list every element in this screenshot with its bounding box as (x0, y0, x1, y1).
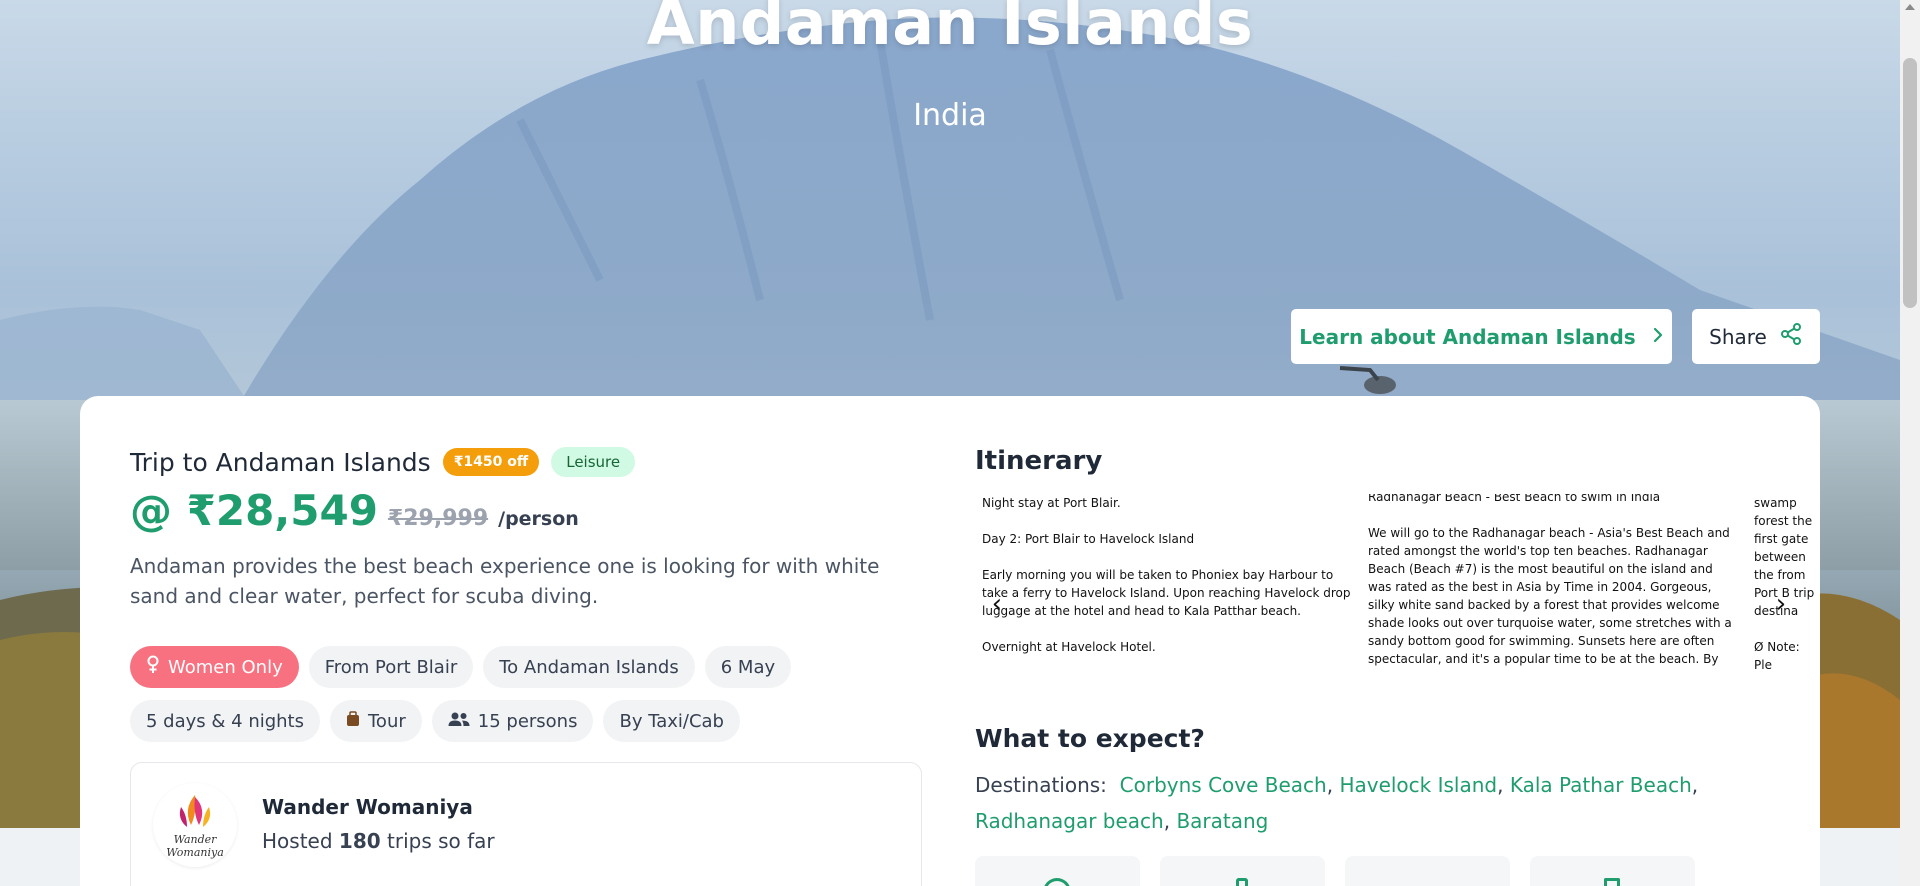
original-price: ₹29,999 (387, 506, 489, 531)
host-logo-text-2: Womaniya (166, 846, 224, 859)
feature-card (1160, 856, 1325, 886)
feature-card (1345, 856, 1510, 886)
what-to-expect-heading: What to expect? (975, 724, 1205, 753)
tag-type-label: Tour (368, 710, 406, 732)
destinations-list: Destinations: Corbyns Cove Beach, Havelo… (975, 773, 1699, 833)
itinerary-card-3: swamp forest the first gate between the … (1754, 494, 1820, 674)
share-label: Share (1709, 324, 1767, 349)
itinerary-card-1: Night stay at Port Blair. Day 2: Port Bl… (982, 494, 1352, 674)
tag-duration: 5 days & 4 nights (130, 700, 320, 742)
tag-persons-label: 15 persons (477, 710, 578, 732)
carousel-next-chevron-right-icon[interactable]: › (1766, 589, 1796, 619)
host-logo: Wander Womaniya (153, 783, 237, 867)
destination-country: India (913, 98, 987, 133)
feature-card (1530, 856, 1695, 886)
tag-persons: 15 persons (431, 700, 594, 742)
itinerary-section: Itinerary Night stay at Port Blair. Day … (975, 446, 1820, 886)
discount-badge: ₹1450 off (442, 448, 540, 476)
scroll-thumb[interactable] (1903, 58, 1917, 308)
itinerary-carousel[interactable]: Night stay at Port Blair. Day 2: Port Bl… (975, 494, 1820, 674)
host-count-prefix: Hosted (262, 829, 333, 853)
itinerary-card-1-p1: Night stay at Port Blair. (982, 496, 1121, 510)
share-icon (1779, 322, 1803, 351)
itinerary-card-2: Radhanagar Beach - Best Beach to swim in… (1368, 494, 1738, 668)
tag-type: Tour (330, 700, 422, 742)
category-badge: Leisure (551, 447, 636, 477)
destination-link[interactable]: Radhanagar beach (975, 809, 1164, 833)
destinations-label: Destinations: (975, 773, 1107, 797)
host-name[interactable]: Wander Womaniya (262, 795, 473, 819)
tag-transport: By Taxi/Cab (603, 700, 740, 742)
itinerary-card-2-p1: Radhanagar Beach - Best Beach to swim in… (1368, 494, 1661, 504)
chevron-right-icon (1652, 325, 1664, 349)
wifi-icon (1043, 878, 1071, 886)
host-logo-text-1: Wander (174, 833, 218, 846)
trip-tags: Women Only From Port Blair To Andaman Is… (130, 646, 930, 742)
female-icon (146, 655, 160, 680)
scroll-up-arrow-icon[interactable] (1905, 4, 1915, 10)
people-icon (448, 711, 470, 732)
trip-title: Trip to Andaman Islands (130, 447, 431, 477)
itinerary-card-1-p2: Day 2: Port Blair to Havelock Island (982, 532, 1195, 546)
host-count-suffix: trips so far (387, 829, 495, 853)
destination-title: Andaman Islands (646, 0, 1254, 59)
share-button[interactable]: Share (1692, 309, 1820, 364)
learn-about-label: Learn about Andaman Islands (1299, 324, 1636, 349)
destination-link[interactable]: Havelock Island (1339, 773, 1497, 797)
itinerary-heading: Itinerary (975, 446, 1103, 476)
itinerary-card-2-p2: We will go to the Radhanagar beach - Asi… (1368, 526, 1732, 666)
learn-about-button[interactable]: Learn about Andaman Islands (1291, 309, 1672, 364)
itinerary-card-1-p4: Overnight at Havelock Hotel. (982, 640, 1156, 654)
luggage-icon (346, 710, 360, 732)
feature-cards (975, 856, 1695, 886)
trip-summary: Trip to Andaman Islands ₹1450 off Leisur… (130, 446, 920, 611)
carousel-prev-chevron-left-icon[interactable]: ‹ (982, 589, 1012, 619)
tag-to: To Andaman Islands (483, 646, 695, 688)
feature-card (975, 856, 1140, 886)
host-card[interactable]: Wander Womaniya Wander Womaniya Hosted 1… (130, 762, 922, 886)
building-icon (1604, 878, 1620, 886)
itinerary-card-1-p3: Early morning you will be taken to Phoni… (982, 568, 1351, 618)
destination-link[interactable]: Kala Pathar Beach (1510, 773, 1692, 797)
tag-women-only: Women Only (130, 646, 299, 688)
host-trip-count: Hosted 180 trips so far (262, 829, 495, 853)
destination-link[interactable]: Baratang (1176, 809, 1268, 833)
price-unit: /person (498, 508, 579, 530)
tag-date: 6 May (704, 646, 792, 688)
phone-icon (1236, 878, 1248, 886)
trip-details-card: Trip to Andaman Islands ₹1450 off Leisur… (80, 396, 1820, 886)
tag-women-only-label: Women Only (168, 656, 283, 678)
destination-link[interactable]: Corbyns Cove Beach (1120, 773, 1327, 797)
host-count-value: 180 (338, 829, 381, 853)
page-scrollbar[interactable] (1900, 0, 1920, 886)
tag-from: From Port Blair (308, 646, 474, 688)
trip-description: Andaman provides the best beach experien… (130, 554, 880, 608)
trip-price: @ ₹28,549 (130, 486, 378, 535)
itinerary-card-3-p2: Ø Note: Ple sunglasses, packed foo at th… (1754, 640, 1800, 672)
